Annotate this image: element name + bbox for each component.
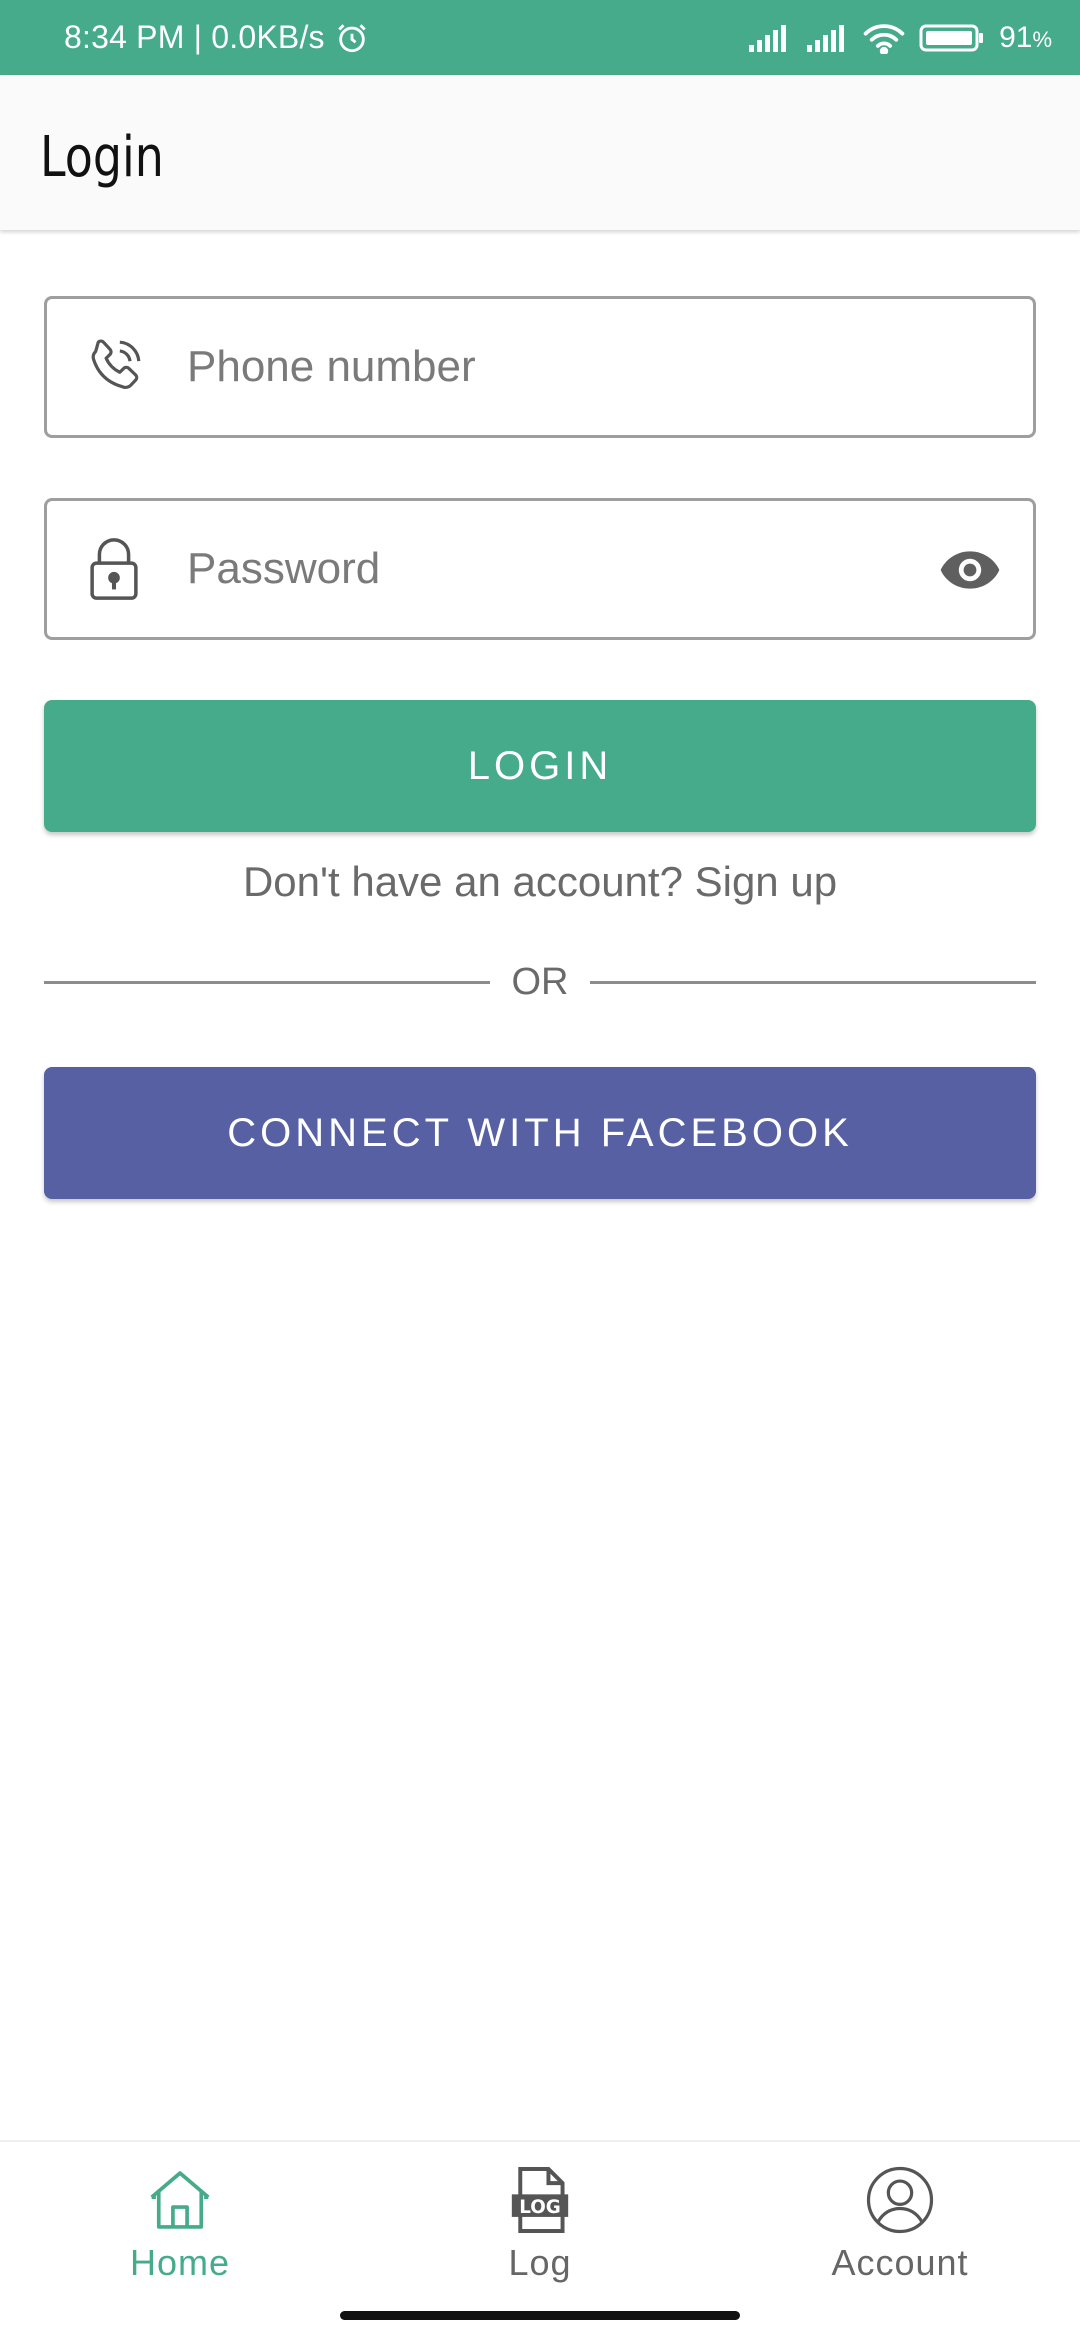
- divider-line-right: [590, 981, 1036, 984]
- phone-input[interactable]: [187, 299, 947, 435]
- page-title: Login: [40, 125, 164, 190]
- signup-link[interactable]: Don't have an account? Sign up: [0, 858, 1080, 906]
- home-icon: [144, 2164, 216, 2236]
- battery-level: 91%: [999, 20, 1052, 54]
- nav-label-account: Account: [831, 2242, 969, 2283]
- account-icon: [864, 2164, 936, 2236]
- status-separator: |: [184, 19, 212, 55]
- facebook-button[interactable]: CONNECT WITH FACEBOOK: [44, 1067, 1036, 1199]
- svg-text:LOG: LOG: [519, 2197, 561, 2218]
- login-button[interactable]: LOGIN: [44, 700, 1036, 832]
- lock-icon: [77, 532, 151, 606]
- nav-item-account[interactable]: Account: [720, 2142, 1080, 2292]
- nav-item-home[interactable]: Home: [0, 2142, 360, 2292]
- password-field[interactable]: [44, 498, 1036, 640]
- battery-icon: [919, 23, 985, 53]
- home-indicator: [340, 2311, 740, 2320]
- eye-icon[interactable]: [937, 537, 1003, 603]
- password-input[interactable]: [187, 501, 947, 637]
- nav-label-log: Log: [508, 2242, 572, 2283]
- alarm-icon: [335, 21, 369, 55]
- bottom-nav: Home LOG Log Account: [0, 2140, 1080, 2340]
- status-left: 8:34 PM | 0.0KB/s: [64, 0, 369, 75]
- log-icon: LOG: [504, 2164, 576, 2236]
- phone-icon: [77, 330, 151, 404]
- or-divider: OR: [44, 962, 1036, 1002]
- signal-icon: [747, 23, 791, 53]
- app-bar: Login: [0, 75, 1080, 230]
- wifi-icon: [863, 22, 905, 54]
- nav-item-log[interactable]: LOG Log: [360, 2142, 720, 2292]
- phone-field[interactable]: [44, 296, 1036, 438]
- nav-label-home: Home: [129, 2242, 231, 2283]
- status-bar: 8:34 PM | 0.0KB/s 91%: [0, 0, 1080, 75]
- status-right: 91%: [747, 0, 1052, 75]
- signal-icon-2: [805, 23, 849, 53]
- network-speed: 0.0KB/s: [211, 19, 325, 55]
- status-time: 8:34 PM: [64, 19, 185, 55]
